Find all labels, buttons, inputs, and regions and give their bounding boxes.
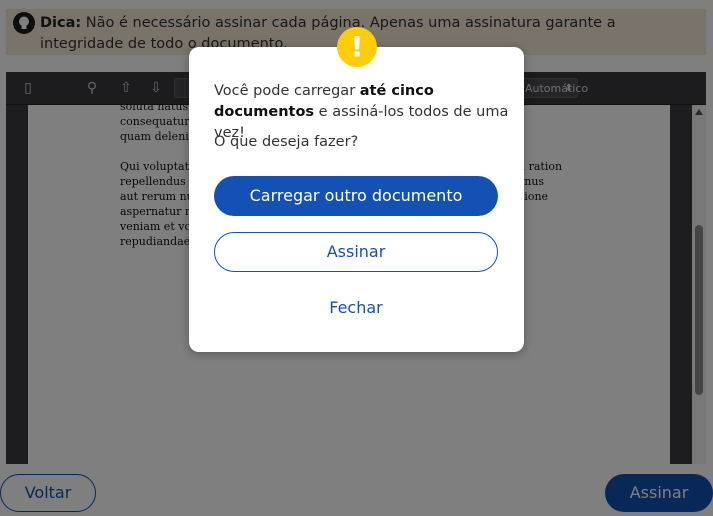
close-button[interactable]: Fechar: [214, 288, 498, 328]
dialog-sign-button[interactable]: Assinar: [214, 232, 498, 272]
dialog-question: O que deseja fazer?: [214, 134, 359, 150]
upload-dialog: Você pode carregar até cinco documentos …: [189, 47, 524, 352]
warning-icon: !: [337, 27, 377, 67]
message-prefix: Você pode carregar: [214, 83, 360, 99]
upload-another-button[interactable]: Carregar outro documento: [214, 176, 498, 216]
